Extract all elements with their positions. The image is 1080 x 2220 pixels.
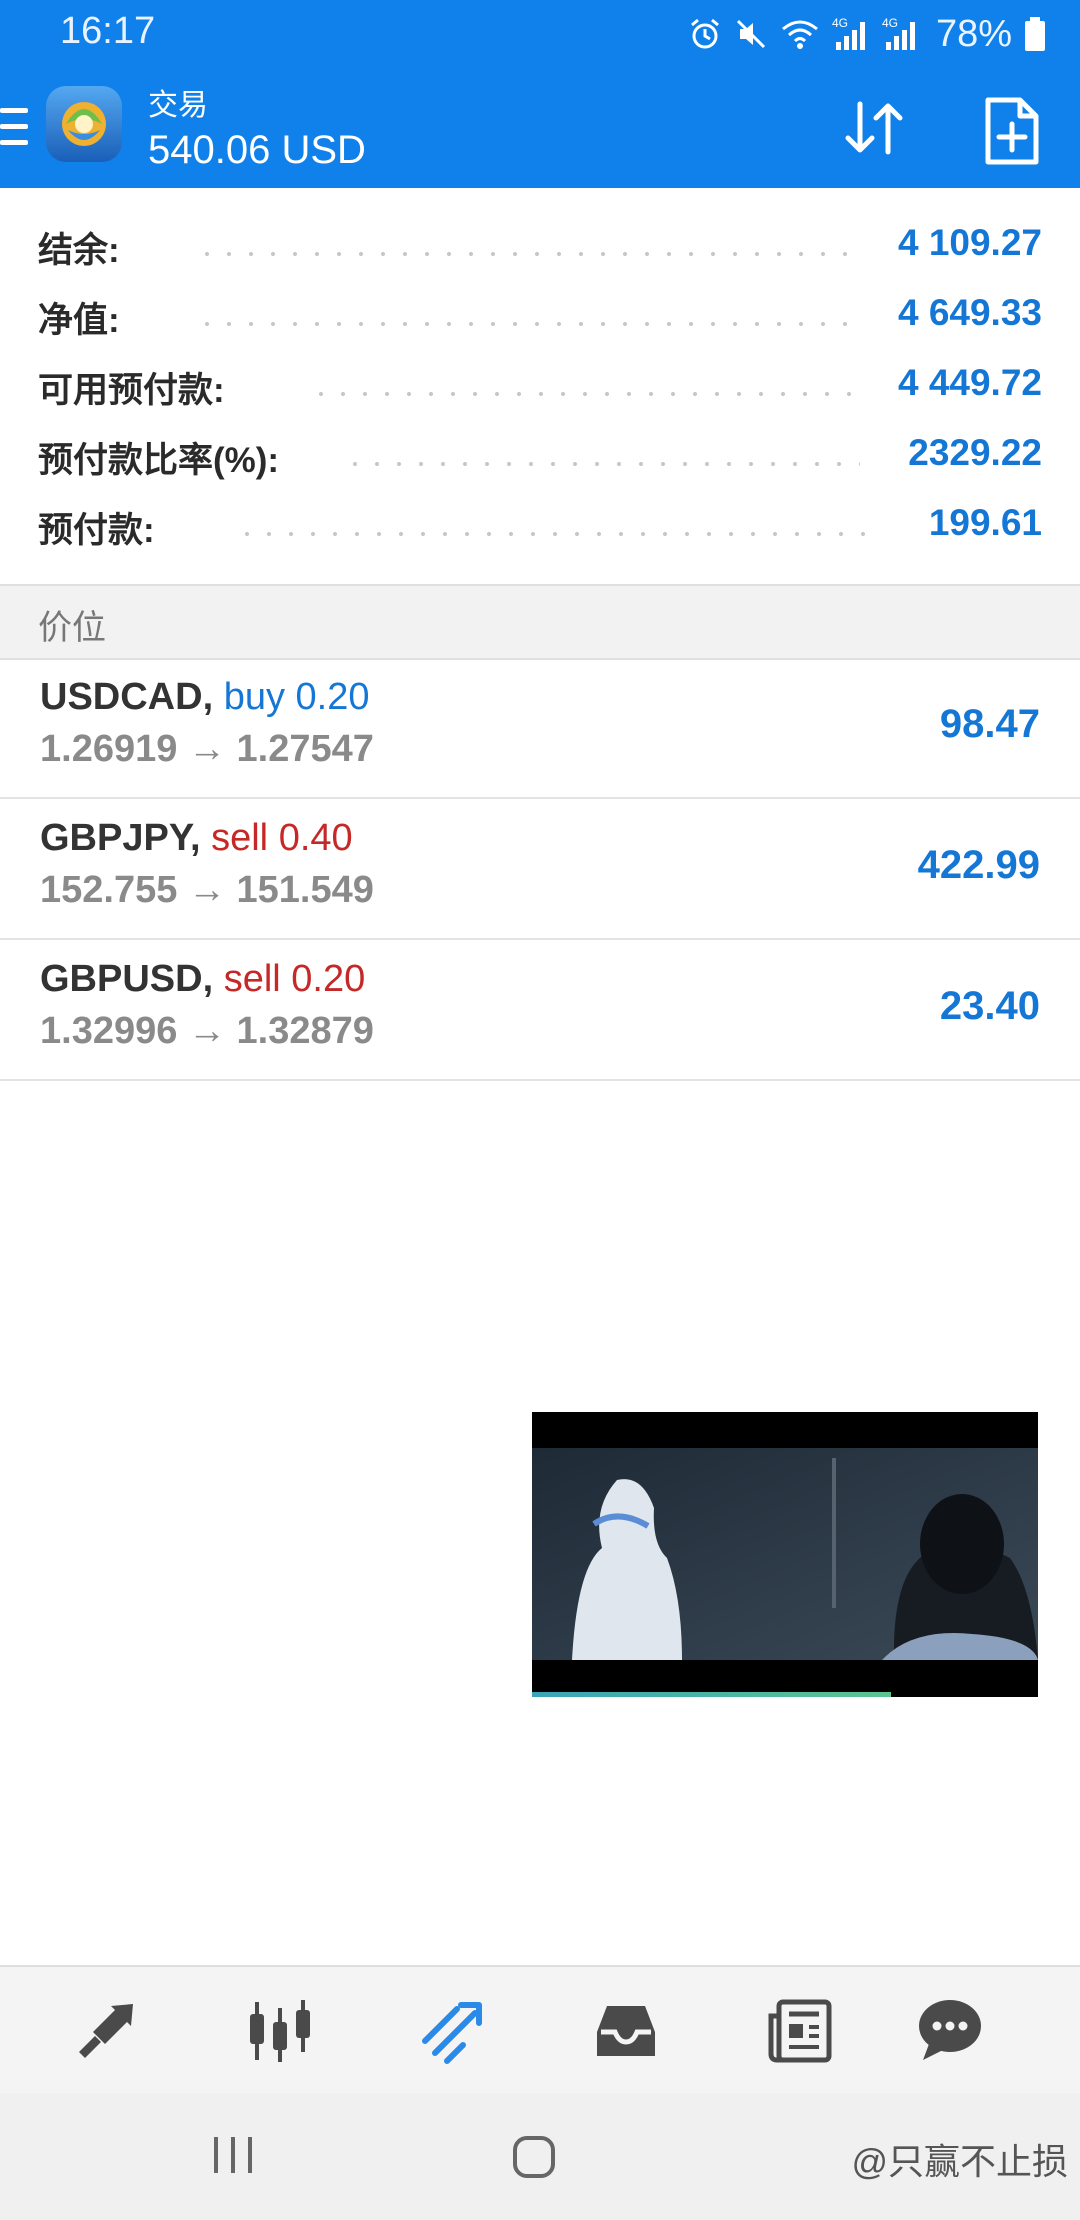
summary-row-equity: 净值: 4 649.33 [0, 284, 1080, 354]
summary-label: 预付款: [38, 511, 155, 550]
positions-list: USDCAD, buy 0.20 1.26919 → 1.27547 98.47… [0, 658, 1080, 1081]
position-current-price: 1.32879 [236, 1010, 374, 1052]
summary-value: 4 649.33 [897, 292, 1042, 333]
leader-dots [344, 462, 860, 466]
bottom-nav [0, 1965, 1080, 2095]
status-icons: 4G 4G 78% [688, 12, 1046, 56]
video-progress-bar[interactable] [532, 1692, 891, 1697]
leader-dots [236, 532, 876, 536]
summary-value: 4 449.72 [897, 362, 1042, 403]
nav-news[interactable] [760, 1991, 840, 2071]
nav-chat[interactable] [910, 1991, 990, 2071]
summary-label: 预付款比率(%): [38, 441, 280, 480]
position-side: sell [211, 817, 269, 859]
position-symbol: GBPJPY [40, 817, 190, 859]
nav-trade[interactable] [413, 1991, 493, 2071]
leader-dots [310, 392, 860, 396]
floating-video[interactable] [532, 1412, 1038, 1692]
position-open-price: 1.32996 [40, 1010, 178, 1052]
sort-icon[interactable] [838, 92, 910, 164]
leader-dots [196, 252, 860, 256]
signal-icon: 4G [832, 16, 865, 50]
mute-icon [736, 19, 765, 49]
summary-row-free-margin: 可用预付款: 4 449.72 [0, 354, 1080, 424]
battery-percent: 78% [935, 12, 1012, 55]
position-symbol: GBPUSD [40, 958, 203, 1000]
chart-icon [250, 2000, 310, 2062]
position-current-price: 151.549 [236, 869, 374, 911]
position-profit: 422.99 [917, 843, 1040, 887]
chat-icon [919, 2000, 981, 2060]
summary-label: 结余: [38, 231, 120, 270]
alarm-icon [690, 18, 719, 49]
svg-text:4G: 4G [882, 16, 898, 30]
summary-value: 2329.22 [908, 432, 1042, 473]
position-profit: 23.40 [939, 984, 1040, 1028]
position-symbol: USDCAD [40, 676, 203, 718]
summary-value: 4 109.27 [897, 222, 1042, 263]
status-time: 16:17 [60, 10, 156, 52]
inbox-icon [597, 2006, 655, 2056]
system-nav-bar: @只赢不止损 [0, 2093, 1080, 2220]
position-open-price: 152.755 [40, 869, 178, 911]
metatrader-logo-icon [46, 86, 122, 162]
arrow-icon: → [187, 728, 226, 770]
video-frame [532, 1448, 1038, 1660]
position-open-price: 1.26919 [40, 728, 178, 770]
arrow-icon: → [187, 869, 226, 911]
screen-title: 交易 [148, 89, 208, 122]
nav-chart[interactable] [240, 1991, 320, 2071]
summary-row-margin: 预付款: 199.61 [0, 494, 1080, 564]
position-side: sell [223, 958, 281, 1000]
home-icon[interactable] [512, 2135, 556, 2179]
recent-apps-icon[interactable] [212, 2135, 254, 2175]
position-profit: 98.47 [939, 702, 1040, 746]
nav-history[interactable] [586, 1991, 666, 2071]
position-row[interactable]: GBPJPY, sell 0.40 152.755 → 151.549 422.… [0, 799, 1080, 940]
menu-icon[interactable] [0, 108, 28, 152]
position-volume: 0.20 [291, 958, 366, 1000]
nav-quotes[interactable] [66, 1991, 146, 2071]
position-row[interactable]: GBPUSD, sell 0.20 1.32996 → 1.32879 23.4… [0, 940, 1080, 1081]
battery-icon [1025, 17, 1045, 51]
position-row[interactable]: USDCAD, buy 0.20 1.26919 → 1.27547 98.47 [0, 658, 1080, 799]
summary-label: 可用预付款: [38, 371, 225, 410]
section-title: 价位 [38, 609, 106, 647]
trade-icon [422, 2002, 482, 2064]
app-bar: 交易 540.06 USD [0, 70, 1080, 188]
position-volume: 0.40 [278, 817, 353, 859]
summary-value: 199.61 [928, 502, 1042, 543]
leader-dots [196, 322, 860, 326]
position-side: buy [223, 676, 285, 718]
signal-icon: 4G [882, 16, 915, 50]
summary-row-margin-level: 预付款比率(%): 2329.22 [0, 424, 1080, 494]
arrow-icon: → [187, 1010, 226, 1052]
news-icon [768, 1999, 832, 2063]
header-balance: 540.06 USD [148, 128, 366, 172]
wifi-icon [781, 20, 818, 49]
svg-text:4G: 4G [832, 16, 848, 30]
positions-section-header: 价位 [0, 584, 1080, 660]
new-order-icon[interactable] [984, 96, 1040, 166]
position-current-price: 1.27547 [236, 728, 374, 770]
quotes-icon [79, 2004, 133, 2058]
summary-label: 净值: [38, 301, 120, 340]
position-volume: 0.20 [295, 676, 370, 718]
status-bar: 16:17 4G 4G 78% [0, 0, 1080, 70]
account-summary: 结余: 4 109.27 净值: 4 649.33 可用预付款: 4 449.7… [0, 214, 1080, 564]
watermark: @只赢不止损 [851, 2141, 1068, 2182]
summary-row-balance: 结余: 4 109.27 [0, 214, 1080, 284]
